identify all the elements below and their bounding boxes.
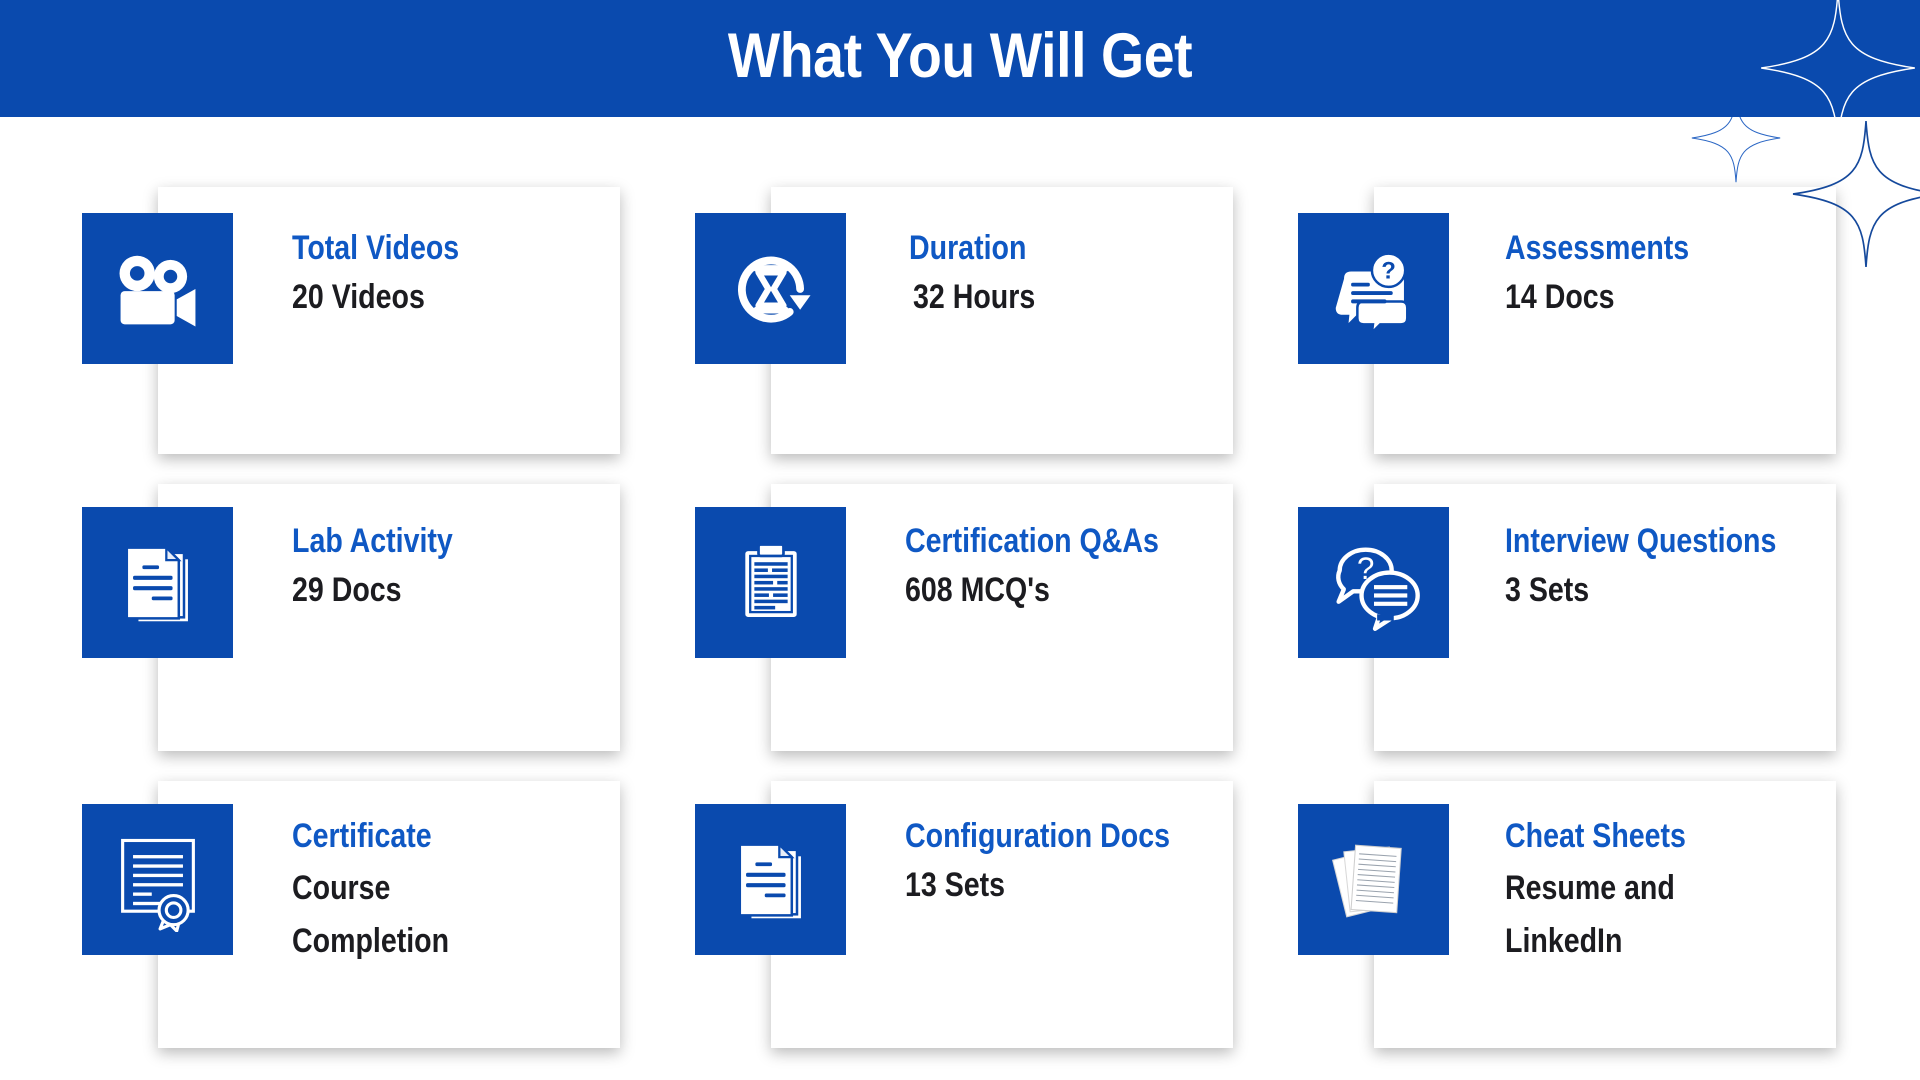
card-value: 29 Docs (292, 571, 402, 609)
stacked-documents-icon (695, 804, 846, 955)
card-row: Certificate Course Completion Configurat… (0, 757, 1920, 1048)
card-title: Configuration Docs (905, 817, 1170, 855)
card-value: Resume and LinkedIn (1505, 869, 1675, 960)
card-text-block: Interview Questions 3 Sets (1505, 522, 1828, 613)
card-title: Certificate (292, 817, 432, 855)
card-text-block: Assessments 14 Docs (1505, 229, 1724, 320)
slide-canvas: What You Will Get Total Videos 20 Videos… (0, 0, 1920, 1080)
question-speech-bubble-icon: ? (1298, 213, 1449, 364)
video-camera-icon (82, 213, 233, 364)
feature-card-grid: Total Videos 20 Videos Duration 32 Hours (0, 140, 1920, 1080)
card-value: 32 Hours (913, 278, 1036, 316)
card-title: Interview Questions (1505, 522, 1777, 560)
card-row: Lab Activity 29 Docs Certification Q&As … (0, 460, 1920, 751)
card-title: Total Videos (292, 229, 460, 267)
card-value: 20 Videos (292, 278, 425, 316)
card-value: 14 Docs (1505, 278, 1615, 316)
card-text-block: Certificate Course Completion (292, 817, 479, 968)
svg-text:?: ? (1381, 257, 1396, 284)
card-text-block: Lab Activity 29 Docs (292, 522, 483, 613)
card-title: Duration (909, 229, 1027, 267)
clipboard-icon (695, 507, 846, 658)
chat-bubbles-icon: ? (1298, 507, 1449, 658)
card-value: Course Completion (292, 869, 450, 960)
card-title: Certification Q&As (905, 522, 1159, 560)
card-title: Assessments (1505, 229, 1690, 267)
card-text-block: Total Videos 20 Videos (292, 229, 491, 320)
card-text-block: Duration 32 Hours (905, 229, 1059, 320)
card-text-block: Certification Q&As 608 MCQ's (905, 522, 1207, 613)
card-row: Total Videos 20 Videos Duration 32 Hours (0, 163, 1920, 454)
lined-papers-icon (1298, 804, 1449, 955)
card-title: Cheat Sheets (1505, 817, 1686, 855)
card-text-block: Cheat Sheets Resume and LinkedIn (1505, 817, 1720, 968)
card-title: Lab Activity (292, 522, 453, 560)
card-value: 3 Sets (1505, 571, 1590, 609)
hourglass-refresh-icon (695, 213, 846, 364)
card-value: 13 Sets (905, 866, 1006, 904)
page-title: What You Will Get (727, 21, 1193, 91)
card-value: 608 MCQ's (905, 571, 1050, 609)
certificate-ribbon-icon (82, 804, 233, 955)
stacked-documents-icon (82, 507, 233, 658)
card-text-block: Configuration Docs 13 Sets (905, 817, 1220, 908)
